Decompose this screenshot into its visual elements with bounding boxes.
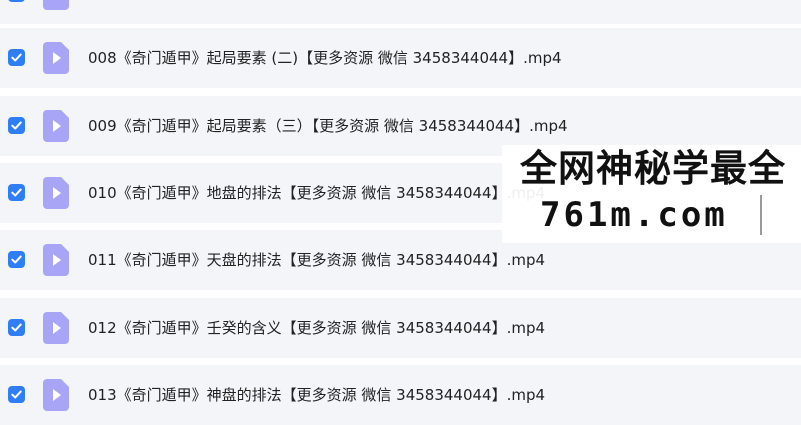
file-row[interactable] <box>0 0 801 24</box>
file-name[interactable]: 012《奇门遁甲》壬癸的含义【更多资源 微信 3458344044】.mp4 <box>88 318 545 338</box>
row-checkbox[interactable] <box>8 184 25 201</box>
row-checkbox[interactable] <box>8 386 25 403</box>
check-icon <box>11 53 22 62</box>
row-checkbox[interactable] <box>8 251 25 268</box>
file-name[interactable]: 008《奇门遁甲》起局要素 (二)【更多资源 微信 3458344044】.mp… <box>88 48 562 68</box>
file-row[interactable]: 008《奇门遁甲》起局要素 (二)【更多资源 微信 3458344044】.mp… <box>0 28 801 88</box>
video-file-icon <box>43 244 69 276</box>
check-icon <box>11 188 22 197</box>
file-name[interactable]: 009《奇门遁甲》起局要素（三）【更多资源 微信 3458344044】.mp4 <box>88 116 568 136</box>
check-icon <box>11 255 22 264</box>
video-file-icon <box>43 379 69 411</box>
video-file-icon <box>43 312 69 344</box>
check-icon <box>11 121 22 130</box>
row-checkbox[interactable] <box>8 117 25 134</box>
file-row[interactable]: 012《奇门遁甲》壬癸的含义【更多资源 微信 3458344044】.mp4 <box>0 298 801 358</box>
video-file-icon <box>43 42 69 74</box>
watermark-overlay: 全网神秘学最全 761m.com <box>502 145 801 243</box>
check-icon <box>11 323 22 332</box>
text-cursor <box>760 195 762 235</box>
video-file-icon <box>43 177 69 209</box>
check-icon <box>11 390 22 399</box>
watermark-title: 全网神秘学最全 <box>520 147 786 190</box>
file-name[interactable]: 011《奇门遁甲》天盘的排法【更多资源 微信 3458344044】.mp4 <box>88 250 545 270</box>
row-checkbox[interactable] <box>8 49 25 66</box>
row-checkbox[interactable] <box>8 0 25 2</box>
row-checkbox[interactable] <box>8 319 25 336</box>
watermark-url: 761m.com <box>540 195 728 235</box>
video-file-icon <box>43 0 69 10</box>
file-name[interactable]: 013《奇门遁甲》神盘的排法【更多资源 微信 3458344044】.mp4 <box>88 385 545 405</box>
file-row[interactable]: 013《奇门遁甲》神盘的排法【更多资源 微信 3458344044】.mp4 <box>0 365 801 425</box>
file-name[interactable]: 010《奇门遁甲》地盘的排法【更多资源 微信 3458344044】.mp4 <box>88 183 545 203</box>
video-file-icon <box>43 110 69 142</box>
